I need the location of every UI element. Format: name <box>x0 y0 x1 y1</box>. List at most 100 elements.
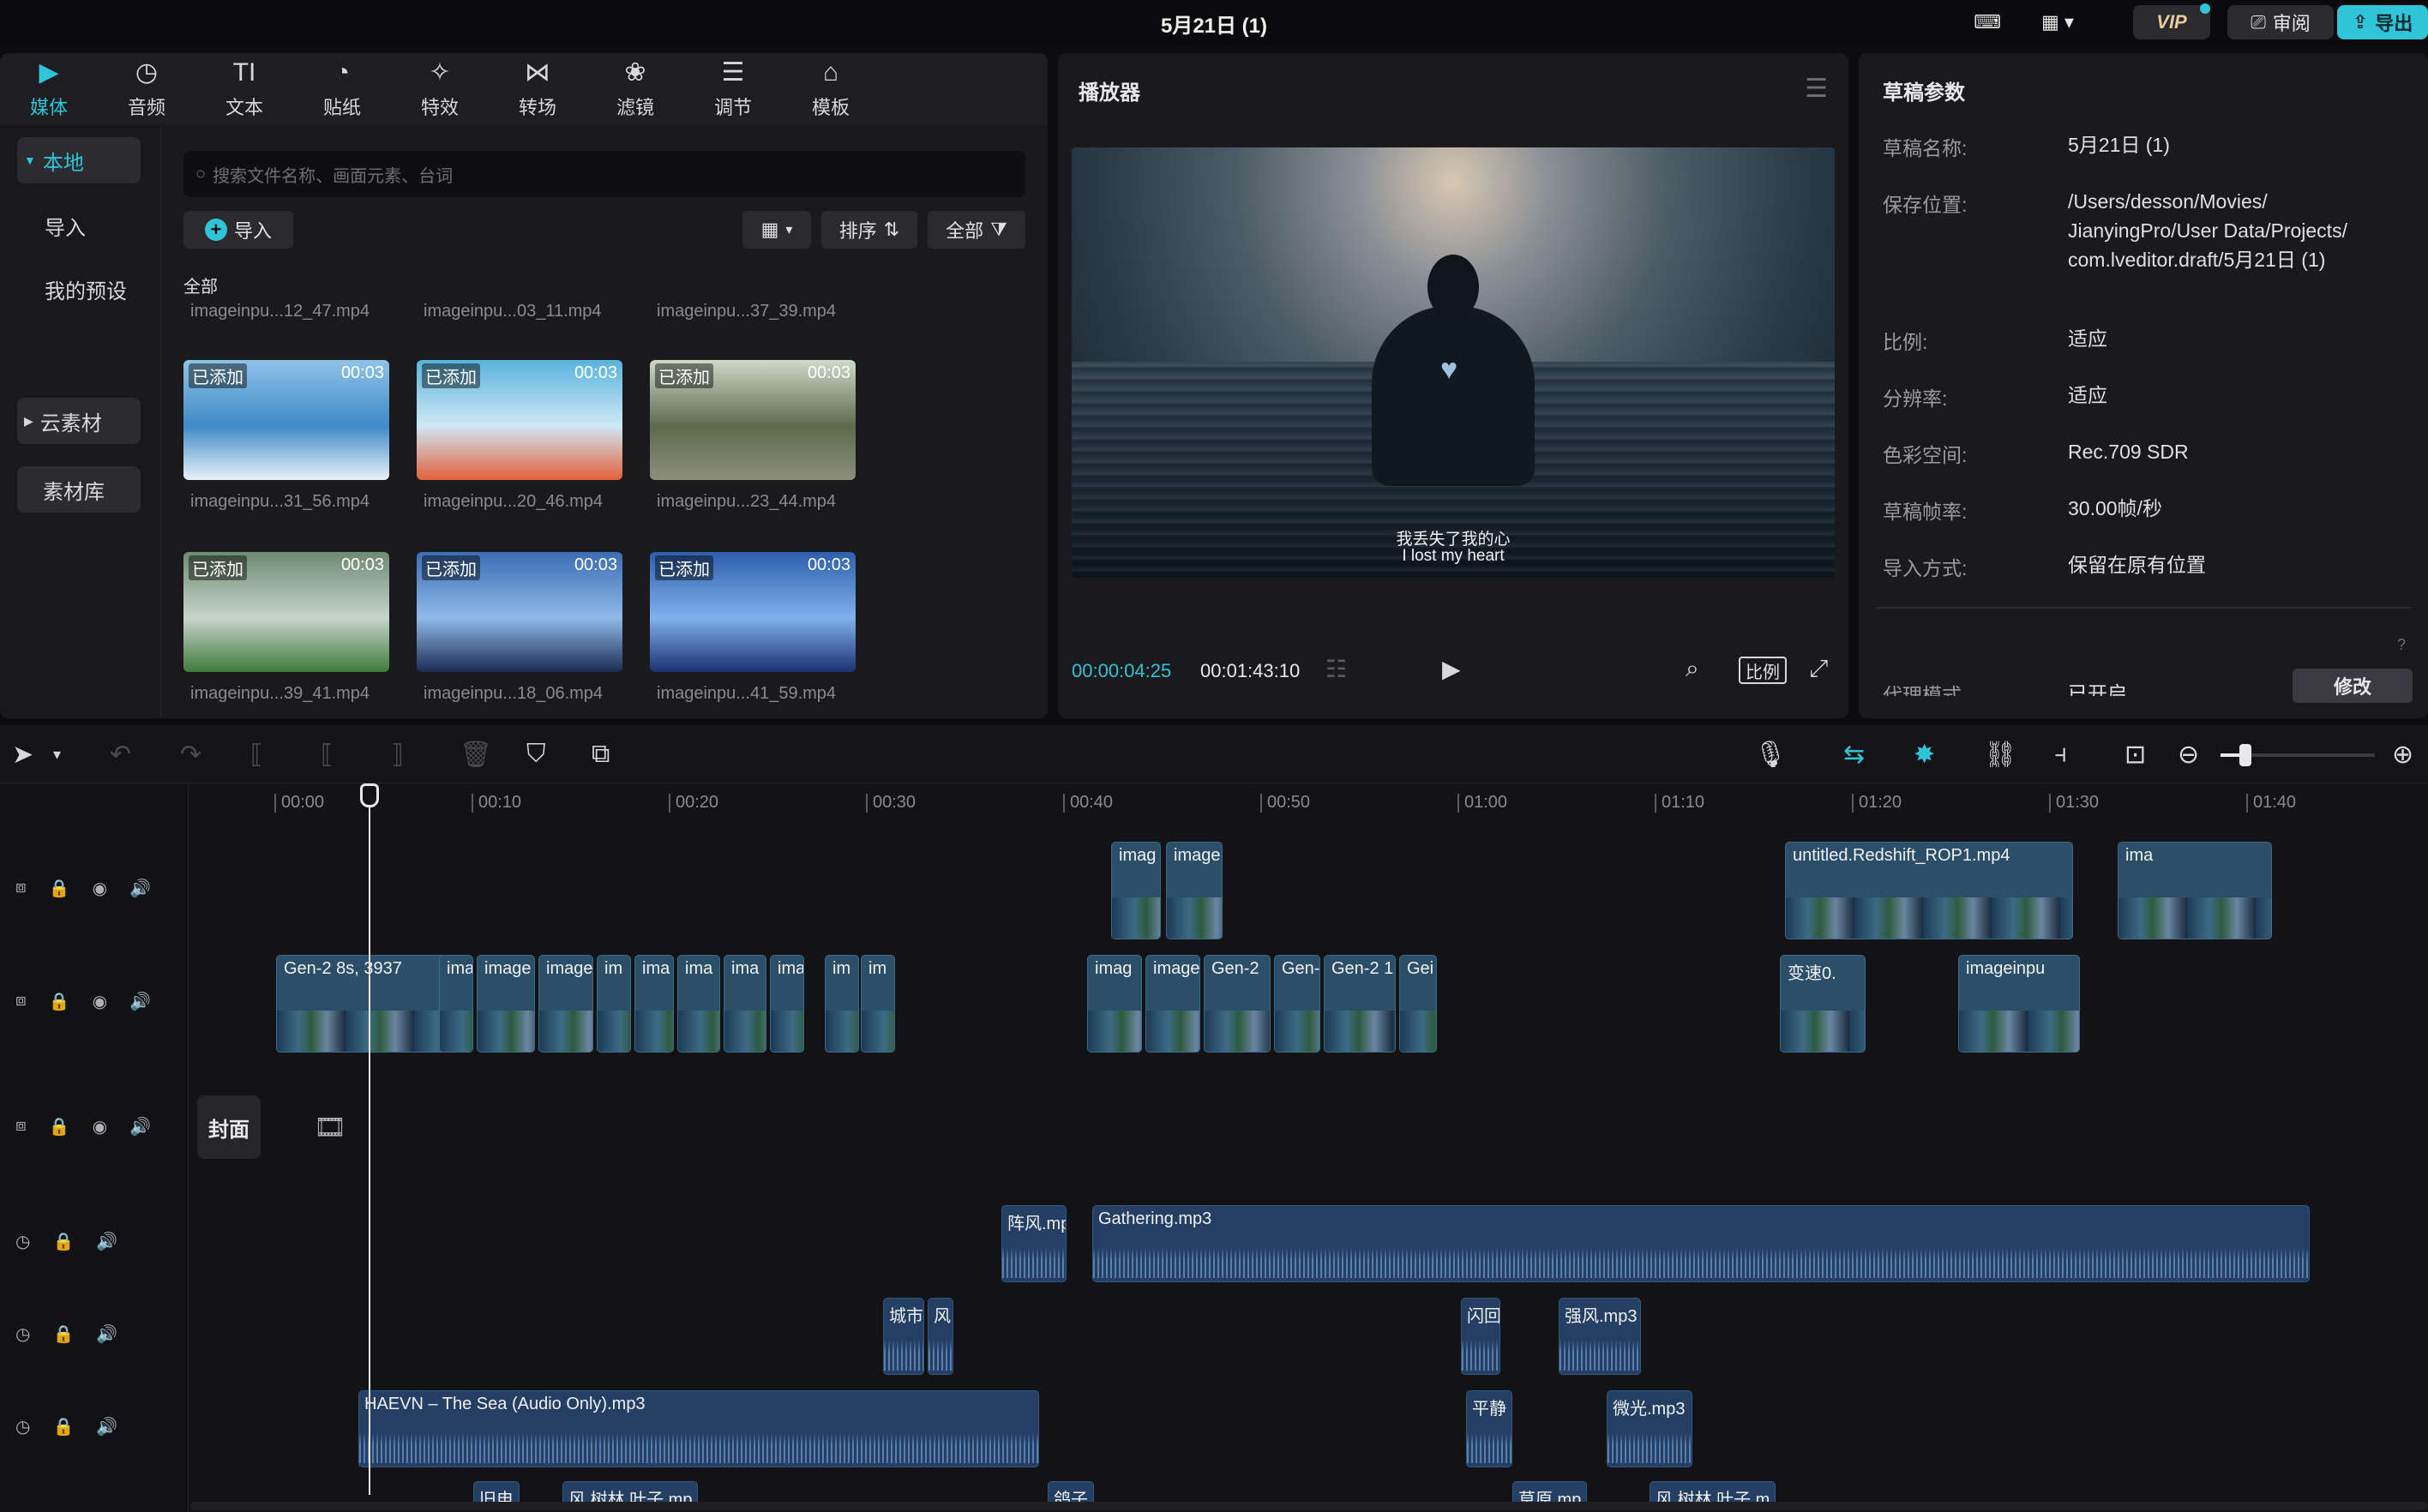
auto-snap-icon[interactable]: ✸ <box>1914 737 1935 771</box>
audio-track-icon[interactable]: ◷ <box>15 1416 30 1437</box>
horizontal-scrollbar[interactable] <box>190 1502 2428 1510</box>
eye-icon[interactable]: ◉ <box>93 1116 107 1137</box>
media-thumbnail[interactable]: 已添加 00:03 <box>650 552 856 672</box>
time-ruler[interactable]: 00:00 00:10 00:20 00:30 00:40 00:50 01:00 01:10… <box>274 783 2428 818</box>
tab-template[interactable]: ⌂ 模板 <box>782 53 880 125</box>
video-clip[interactable]: ima <box>724 955 766 1053</box>
select-tool-icon[interactable]: ➤ <box>12 737 33 771</box>
audio-clip[interactable]: 风 <box>928 1298 953 1375</box>
lock-icon[interactable]: 🔒 <box>52 1416 74 1437</box>
video-clip[interactable]: im <box>825 955 859 1053</box>
sidebar-item-local[interactable]: ▼ 本地 <box>17 137 141 183</box>
microphone-icon[interactable]: 🎙 <box>1754 737 1787 771</box>
video-clip[interactable]: ima <box>439 955 473 1053</box>
video-track-icon[interactable]: ⧈ <box>15 1116 27 1137</box>
lock-icon[interactable]: 🔒 <box>52 1323 74 1345</box>
video-clip[interactable]: im <box>861 955 895 1053</box>
audio-track-icon[interactable]: ◷ <box>15 1231 30 1252</box>
audio-clip[interactable]: 微光.mp3 <box>1607 1390 1692 1467</box>
link-icon[interactable]: ⛓ <box>1984 737 2016 771</box>
lock-icon[interactable]: 🔒 <box>49 991 70 1012</box>
video-clip[interactable]: ima <box>677 955 720 1053</box>
media-thumbnail[interactable]: 已添加 00:03 <box>417 552 622 672</box>
tab-filter[interactable]: ❀ 滤镜 <box>586 53 684 125</box>
volume-icon[interactable]: 🔊 <box>96 1416 117 1437</box>
volume-icon[interactable]: 🔊 <box>96 1323 117 1345</box>
media-thumbnail[interactable]: 已添加 00:03 <box>183 552 389 672</box>
video-clip[interactable]: ima <box>634 955 674 1053</box>
preview-axis-icon[interactable]: ⫞ <box>2054 737 2067 771</box>
tab-text[interactable]: TI 文本 <box>195 53 293 125</box>
eye-icon[interactable]: ◉ <box>93 878 107 899</box>
lock-icon[interactable]: 🔒 <box>49 1116 70 1137</box>
video-clip[interactable]: untitled.Redshift_ROP1.mp4 <box>1785 842 2073 939</box>
chevron-down-icon[interactable]: ▾ <box>53 737 61 771</box>
audio-track-icon[interactable]: ◷ <box>15 1323 30 1345</box>
film-icon[interactable]: 🎞 <box>314 1113 346 1143</box>
tab-adjust[interactable]: ☰ 调节 <box>684 53 782 125</box>
sort-button[interactable]: 排序 ⇅ <box>821 211 917 249</box>
video-clip[interactable]: Gei <box>1399 955 1437 1053</box>
video-clip[interactable]: ima <box>770 955 804 1053</box>
layout-icon[interactable]: ▦ ▾ <box>2032 5 2083 39</box>
delete-icon[interactable]: 🗑 <box>460 737 492 771</box>
video-clip[interactable]: image <box>1145 955 1200 1053</box>
playhead-handle[interactable] <box>360 783 379 807</box>
split-left-icon[interactable]: ⟦ <box>321 737 334 771</box>
sidebar-item-my-presets[interactable]: 我的预设 <box>17 266 141 312</box>
audio-clip[interactable]: HAEVN – The Sea (Audio Only).mp3 <box>358 1390 1039 1467</box>
video-clip[interactable]: imag <box>1111 842 1161 939</box>
video-clip[interactable]: imageinpu <box>1958 955 2080 1053</box>
tab-effects[interactable]: ✧ 特效 <box>391 53 489 125</box>
tab-audio[interactable]: ◷ 音频 <box>98 53 195 125</box>
video-clip[interactable]: image <box>538 955 593 1053</box>
ratio-button[interactable]: 比例 <box>1739 657 1787 684</box>
tab-transition[interactable]: ⋈ 转场 <box>489 53 586 125</box>
video-clip[interactable]: Gen-2 1 <box>1324 955 1396 1053</box>
video-clip[interactable]: imag <box>1087 955 1142 1053</box>
list-icon[interactable]: ☷ <box>1325 655 1347 683</box>
volume-icon[interactable]: 🔊 <box>129 1116 151 1137</box>
search-input[interactable]: ○ 搜索文件名称、画面元素、台词 <box>183 151 1025 197</box>
video-clip[interactable]: Gen- <box>1274 955 1320 1053</box>
audio-clip[interactable]: 城市 <box>883 1298 924 1375</box>
tab-media[interactable]: ▶ 媒体 <box>0 53 98 125</box>
split-icon[interactable]: ⟦ <box>250 737 263 771</box>
sidebar-item-library[interactable]: 素材库 <box>17 466 141 513</box>
video-clip[interactable]: image <box>1166 842 1223 939</box>
media-thumbnail[interactable]: 已添加 00:03 <box>417 360 622 480</box>
audio-clip[interactable]: 平静 <box>1466 1390 1512 1467</box>
sidebar-item-import[interactable]: 导入 <box>17 202 141 249</box>
playhead[interactable] <box>369 783 370 1495</box>
video-clip[interactable]: ima <box>2118 842 2272 939</box>
filter-button[interactable]: 全部 ⧩ <box>928 211 1025 249</box>
marker-icon[interactable]: ⛉ <box>526 737 546 771</box>
video-track-icon[interactable]: ⧈ <box>15 991 27 1012</box>
volume-icon[interactable]: 🔊 <box>129 878 151 899</box>
volume-icon[interactable]: 🔊 <box>96 1231 117 1252</box>
video-track-icon[interactable]: ⧈ <box>15 878 27 899</box>
tab-sticker[interactable]: ◔ 贴纸 <box>293 53 391 125</box>
review-button[interactable]: ⎚ 审阅 <box>2227 5 2334 39</box>
volume-icon[interactable]: 🔊 <box>129 991 151 1012</box>
zoom-to-fit-icon[interactable]: ⊡ <box>2124 737 2146 771</box>
video-clip[interactable]: im <box>597 955 631 1053</box>
video-preview[interactable]: ♥ 我丢失了我的心 I lost my heart <box>1072 147 1835 578</box>
zoom-out-icon[interactable]: ⊖ <box>2178 737 2199 771</box>
media-thumbnail[interactable]: 已添加 00:03 <box>183 360 389 480</box>
video-clip[interactable]: Gen-2 <box>1204 955 1271 1053</box>
view-mode-button[interactable]: ▦ ▾ <box>742 211 811 249</box>
lock-icon[interactable]: 🔒 <box>49 878 70 899</box>
vip-button[interactable]: VIP <box>2133 5 2210 39</box>
help-icon[interactable]: ? <box>2397 636 2406 654</box>
zoom-in-icon[interactable]: ⊕ <box>2392 737 2413 771</box>
cover-button[interactable]: 封面 <box>197 1095 261 1159</box>
video-clip[interactable]: image <box>477 955 535 1053</box>
keyboard-icon[interactable]: ⌨ <box>1968 5 2006 39</box>
media-thumbnail[interactable]: 已添加 00:03 <box>650 360 856 480</box>
video-clip[interactable]: 变速0. <box>1780 955 1866 1053</box>
audio-clip[interactable]: 阵风.mp <box>1001 1205 1067 1282</box>
lock-icon[interactable]: 🔒 <box>52 1231 74 1252</box>
sidebar-item-cloud[interactable]: ▶ 云素材 <box>17 398 141 444</box>
redo-icon[interactable]: ↷ <box>180 737 201 771</box>
